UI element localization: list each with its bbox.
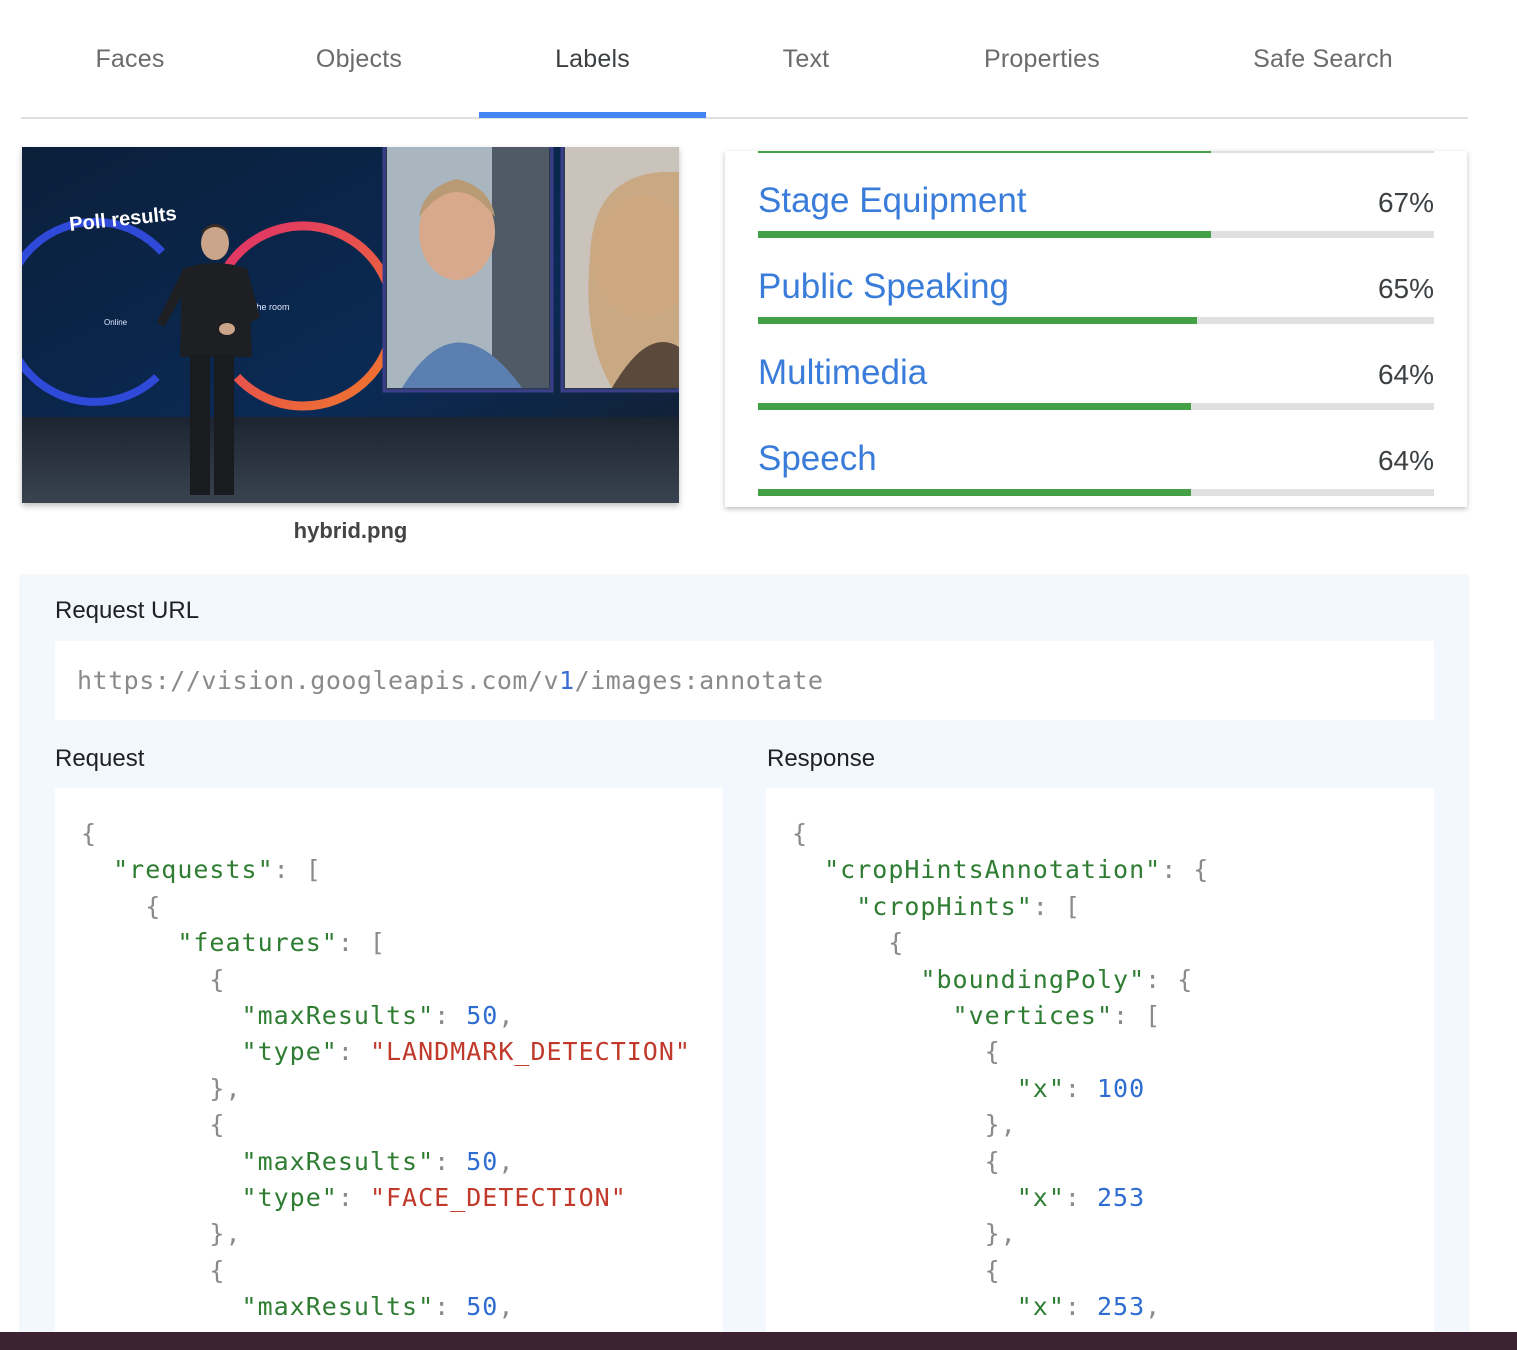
label-item-public-speaking: Public Speaking 65% xyxy=(758,237,1434,324)
tab-labels[interactable]: Labels xyxy=(479,0,706,119)
label-percent: 64% xyxy=(1377,359,1434,390)
label-name: Stage Equipment xyxy=(758,181,1027,220)
vision-api-demo: Faces Objects Labels Text Properties Saf… xyxy=(0,0,1517,1350)
code-line: "features": [ xyxy=(177,928,386,958)
code-line: "requests": [ xyxy=(113,855,322,885)
url-prefix: https://vision.googleapis.com/v xyxy=(77,666,560,695)
code-line: { xyxy=(81,964,226,994)
url-suffix: /images:annotate xyxy=(574,666,824,695)
label-name: Multimedia xyxy=(758,353,928,392)
tab-properties[interactable]: Properties xyxy=(906,0,1178,119)
request-title: Request xyxy=(55,745,145,772)
code-line: { xyxy=(792,928,905,958)
response-json-code[interactable]: { "cropHintsAnnotation": { "cropHints": … xyxy=(766,788,1434,1350)
label-name: Speech xyxy=(758,439,877,478)
tab-faces[interactable]: Faces xyxy=(21,0,239,119)
code-line: { xyxy=(81,819,98,848)
code-line: { xyxy=(81,1110,226,1140)
request-json-code[interactable]: { "requests": [ { "features": [ { "maxRe… xyxy=(55,788,723,1350)
active-tab-indicator xyxy=(479,112,706,118)
code-line: "maxResults": 50, xyxy=(241,1000,515,1030)
label-percent: 67% xyxy=(1377,187,1434,218)
code-line: { xyxy=(792,819,809,848)
code-line: "vertices": [ xyxy=(952,1000,1162,1030)
code-line: }, xyxy=(81,1219,242,1249)
code-line: }, xyxy=(792,1110,1017,1140)
code-line: { xyxy=(792,1255,1001,1285)
code-line: "cropHintsAnnotation": { xyxy=(824,855,1210,885)
label-percent: 65% xyxy=(1377,273,1434,304)
code-line: "boundingPoly": { xyxy=(920,964,1194,994)
slide-label-room: the room xyxy=(254,302,290,312)
label-score-bar xyxy=(758,489,1434,496)
label-item-multimedia: Multimedia 64% xyxy=(758,323,1434,410)
uploaded-image: Poll results Online the room xyxy=(22,147,679,503)
code-line: "maxResults": 50, xyxy=(241,1292,515,1322)
code-line: "x": 253 xyxy=(1016,1182,1146,1212)
code-line: { xyxy=(81,1255,226,1285)
label-name: Public Speaking xyxy=(758,267,1009,306)
tab-objects[interactable]: Objects xyxy=(239,0,479,119)
image-preview: Poll results Online the room xyxy=(22,147,679,503)
label-item-speech: Speech 64% xyxy=(758,409,1434,496)
response-title: Response xyxy=(767,745,876,772)
slide-label-online: Online xyxy=(104,318,128,327)
label-item-stage-equipment: Stage Equipment 67% xyxy=(758,151,1434,238)
image-filename: hybrid.png xyxy=(293,518,408,543)
tab-text[interactable]: Text xyxy=(706,0,906,119)
code-line: "cropHints": [ xyxy=(856,891,1081,921)
labels-results-card: Stage Equipment 67% Public Speaking 65% … xyxy=(725,151,1467,507)
code-line: "x": 100 xyxy=(1016,1073,1146,1103)
code-line: "x": 253, xyxy=(1016,1292,1162,1322)
request-url-title: Request URL xyxy=(55,597,200,624)
code-line: { xyxy=(81,891,162,921)
api-request-panel: Request URL https://vision.googleapis.co… xyxy=(21,575,1468,1350)
code-line: "type": "LANDMARK_DETECTION" xyxy=(241,1037,691,1067)
url-version: 1 xyxy=(559,666,575,695)
tab-safe-search[interactable]: Safe Search xyxy=(1178,0,1468,119)
code-line: }, xyxy=(81,1073,242,1103)
bottom-bar xyxy=(0,1332,1517,1350)
tab-bar: Faces Objects Labels Text Properties Saf… xyxy=(21,0,1468,119)
code-line: "type": "FACE_DETECTION" xyxy=(241,1182,627,1212)
code-line: "maxResults": 50, xyxy=(241,1146,515,1176)
label-percent: 64% xyxy=(1377,445,1434,476)
request-url-field[interactable]: https://vision.googleapis.com/v 1/images:… xyxy=(55,641,1434,720)
code-line: }, xyxy=(792,1219,1017,1249)
code-line: { xyxy=(792,1037,1001,1067)
code-line: { xyxy=(792,1146,1001,1176)
